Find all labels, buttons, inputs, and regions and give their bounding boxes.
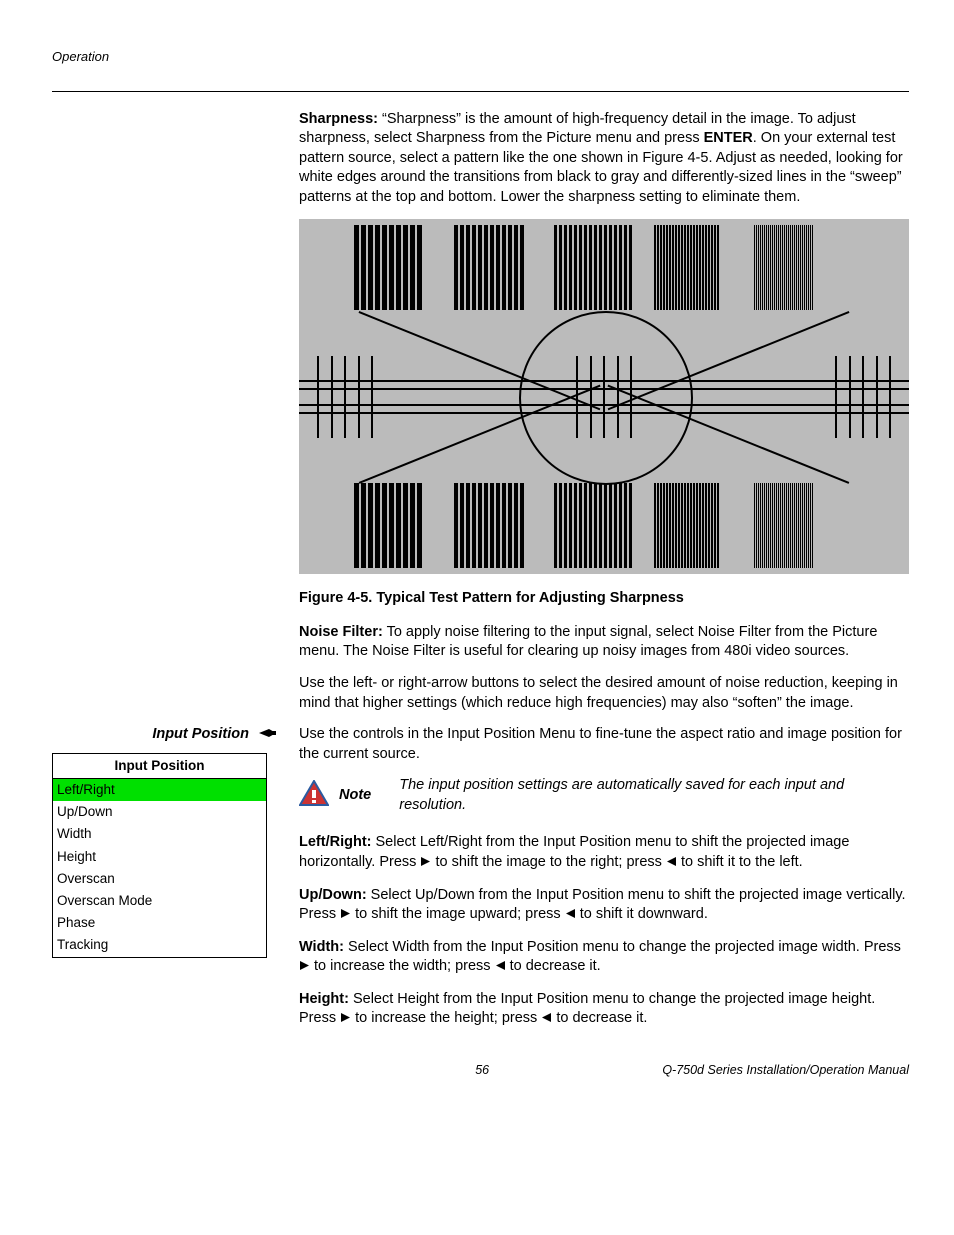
menu-title: Input Position xyxy=(53,753,267,778)
sharpness-label: Sharpness: xyxy=(299,111,378,127)
menu-item-selected: Left/Right xyxy=(53,778,267,801)
right-arrow-icon xyxy=(420,854,431,874)
right-arrow-icon xyxy=(299,958,310,978)
menu-item: Overscan xyxy=(53,868,267,890)
manual-title: Q-750d Series Installation/Operation Man… xyxy=(662,1062,909,1079)
heading-arrow-icon xyxy=(259,725,277,745)
noise-filter-paragraph-2: Use the left- or right-arrow buttons to … xyxy=(299,674,909,713)
left-arrow-icon xyxy=(565,906,576,926)
page-footer: 56 Q-750d Series Installation/Operation … xyxy=(52,1062,909,1079)
enter-key: ENTER xyxy=(704,130,753,146)
header-rule xyxy=(52,91,909,92)
menu-item: Height xyxy=(53,846,267,868)
sharpness-paragraph: Sharpness: “Sharpness” is the amount of … xyxy=(299,110,909,208)
menu-item: Width xyxy=(53,823,267,845)
input-position-intro: Use the controls in the Input Position M… xyxy=(299,725,909,764)
figure-caption: Figure 4-5. Typical Test Pattern for Adj… xyxy=(299,589,909,609)
page-number: 56 xyxy=(475,1062,489,1079)
left-arrow-icon xyxy=(666,854,677,874)
updown-paragraph: Up/Down: Select Up/Down from the Input P… xyxy=(299,886,909,926)
note-label: Note xyxy=(339,786,371,806)
right-arrow-icon xyxy=(340,1010,351,1030)
right-arrow-icon xyxy=(340,906,351,926)
menu-item: Up/Down xyxy=(53,801,267,823)
width-paragraph: Width: Select Width from the Input Posit… xyxy=(299,938,909,978)
input-position-menu: Input Position Left/Right Up/Down Width … xyxy=(52,753,267,958)
note-text: The input position settings are automati… xyxy=(399,776,909,815)
menu-item: Tracking xyxy=(53,934,267,957)
menu-item: Phase xyxy=(53,912,267,934)
noise-filter-paragraph-1: Noise Filter: To apply noise filtering t… xyxy=(299,623,909,662)
leftright-paragraph: Left/Right: Select Left/Right from the I… xyxy=(299,833,909,873)
note-block: Note The input position settings are aut… xyxy=(299,776,909,815)
left-arrow-icon xyxy=(495,958,506,978)
input-position-heading: Input Position xyxy=(52,725,277,745)
sharpness-test-pattern-figure xyxy=(299,219,909,574)
height-paragraph: Height: Select Height from the Input Pos… xyxy=(299,990,909,1030)
left-arrow-icon xyxy=(541,1010,552,1030)
note-warning-icon xyxy=(299,780,329,813)
running-header: Operation xyxy=(52,48,909,66)
noise-filter-label: Noise Filter: xyxy=(299,624,383,640)
menu-item: Overscan Mode xyxy=(53,890,267,912)
